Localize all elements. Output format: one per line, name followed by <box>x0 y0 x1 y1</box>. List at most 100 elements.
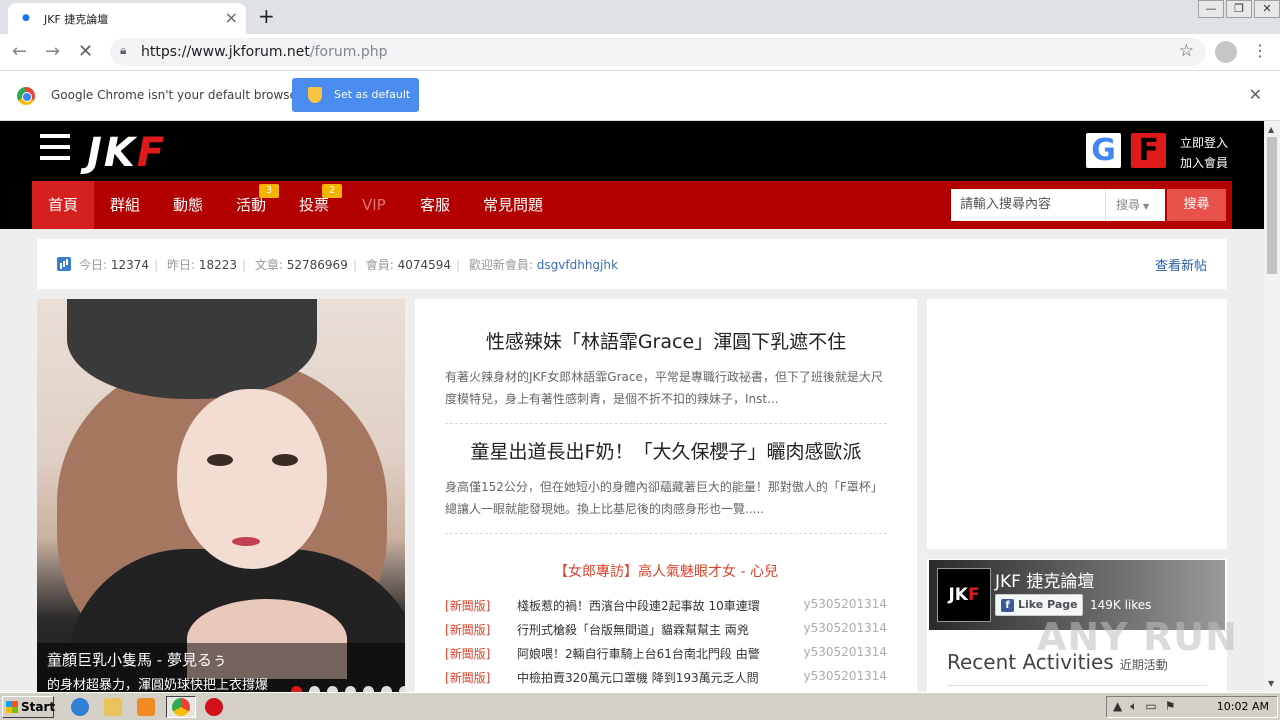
set-default-button[interactable]: Set as default <box>292 78 419 112</box>
article-card: 性感辣妹「林語霏Grace」渾圓下乳遮不住 有著火辣身材的JKF女郎林語霏Gra… <box>445 327 887 424</box>
url-text[interactable]: https://www.jkforum.net/forum.php <box>141 44 387 60</box>
page-scrollbar[interactable]: ▲ ▼ <box>1264 121 1280 692</box>
hero-title[interactable]: 童顏巨乳小隻馬 - 夢見るぅ <box>47 649 227 670</box>
infobar-message: Google Chrome isn't your default browser <box>51 88 302 102</box>
explorer-icon[interactable] <box>104 698 122 716</box>
address-bar[interactable]: 🔒︎ https://www.jkforum.net/forum.php ☆ <box>110 38 1206 66</box>
article-excerpt: 有著火辣身材的JKF女郎林語霏Grace，平常是專職行政祕書，但下了班後就是大尺… <box>445 370 883 406</box>
vote-badge: 2 <box>322 184 342 198</box>
feature-interview-link[interactable]: 【女郎專訪】高人氣魅眼才女 - 心兒 <box>415 561 917 581</box>
tab-title: JKF 捷克論壇 <box>44 13 109 26</box>
profile-avatar[interactable] <box>1215 41 1237 63</box>
hero-carousel[interactable]: 童顏巨乳小隻馬 - 夢見るぅ 的身材超暴力，渾圓奶球快把上衣撐爆 <box>37 299 405 692</box>
nav-faq[interactable]: 常見問題 <box>483 181 543 229</box>
ad-slot <box>927 299 1227 549</box>
list-item[interactable]: [新聞版] 棧板惹的禍！西濱台中段連2起事故 10車連環 y5305201314 <box>445 597 887 621</box>
jkf-app-icon[interactable]: F <box>1131 133 1166 168</box>
jkf-logo[interactable]: JKF <box>87 130 166 176</box>
forum-stats-bar: 今日: 12374 | 昨日: 18223 | 文章: 52786969 | 會員: … <box>37 239 1227 289</box>
search-input[interactable]: 請輸入搜尋內容 <box>951 189 1105 221</box>
news-category[interactable]: [新聞版] <box>445 645 490 662</box>
hero-caption: 童顏巨乳小隻馬 - 夢見るぅ 的身材超暴力，渾圓奶球快把上衣撐爆 <box>37 643 405 692</box>
list-item[interactable]: [新聞版] 中檢拍賣320萬元口罩機 降到193萬元乏人問 y530520131… <box>445 669 887 692</box>
chrome-icon <box>172 698 190 716</box>
restore-icon[interactable]: ❐ <box>1226 0 1252 18</box>
like-page-button[interactable]: f Like Page <box>995 594 1083 616</box>
news-title[interactable]: 行刑式槍殺「台版無間道」貓霖幫幫主 兩兇 <box>517 621 779 638</box>
article-title[interactable]: 童星出道長出F奶！「大久保櫻子」曬肉感歐派 <box>445 437 887 464</box>
chrome-menu-icon[interactable]: ⋮ <box>1252 41 1268 60</box>
news-category[interactable]: [新聞版] <box>445 621 490 638</box>
new-member-link[interactable]: dsgvfdhhgjhk <box>537 258 618 272</box>
list-item[interactable]: [新聞版] 阿娘喂！2輛自行車騎上台61台南北門段 由警 y5305201314 <box>445 645 887 669</box>
search-button[interactable]: 搜尋 <box>1167 189 1226 221</box>
uac-shield-icon <box>308 87 322 103</box>
scroll-up-icon[interactable]: ▲ <box>1268 125 1274 134</box>
bar-chart-icon <box>57 257 71 271</box>
search-type-select[interactable]: 搜尋 ▼ <box>1105 189 1165 221</box>
nav-groups[interactable]: 群組 <box>110 181 140 229</box>
opera-icon[interactable] <box>205 698 223 716</box>
news-author[interactable]: y5305201314 <box>804 621 887 635</box>
nav-home[interactable]: 首頁 <box>32 181 95 229</box>
news-title[interactable]: 阿娘喂！2輛自行車騎上台61台南北門段 由警 <box>517 645 779 662</box>
facebook-icon: f <box>1001 599 1014 612</box>
scroll-down-icon[interactable]: ▼ <box>1268 679 1274 688</box>
auth-links: 立即登入 加入會員 <box>1180 133 1228 173</box>
news-category[interactable]: [新聞版] <box>445 669 490 686</box>
scroll-thumb[interactable] <box>1267 137 1277 274</box>
google-login-icon[interactable]: G <box>1086 133 1121 168</box>
news-author[interactable]: y5305201314 <box>804 669 887 683</box>
lock-icon[interactable]: 🔒︎ <box>120 43 126 58</box>
anyrun-watermark: ANY RUN <box>1037 615 1238 659</box>
article-title[interactable]: 性感辣妹「林語霏Grace」渾圓下乳遮不住 <box>445 327 887 354</box>
news-author[interactable]: y5305201314 <box>804 645 887 659</box>
facebook-page-name[interactable]: JKF 捷克論壇 <box>995 567 1094 592</box>
minimize-icon[interactable]: — <box>1198 0 1224 18</box>
new-tab-icon[interactable]: + <box>258 4 275 28</box>
news-category[interactable]: [新聞版] <box>445 597 490 614</box>
back-icon[interactable]: ← <box>12 41 27 62</box>
ie-icon[interactable] <box>71 698 89 716</box>
chrome-logo-icon <box>17 87 35 105</box>
windows-logo-icon <box>6 701 18 713</box>
list-item[interactable]: [新聞版] 行刑式槍殺「台版無間道」貓霖幫幫主 兩兇 y5305201314 <box>445 621 887 645</box>
news-author[interactable]: y5305201314 <box>804 597 887 611</box>
page-viewport: JKF G F 立即登入 加入會員 首頁 群組 動態 活動 3 投票 2 VIP… <box>0 121 1264 692</box>
browser-tab[interactable]: ● JKF 捷克論壇 × <box>8 3 246 34</box>
jkf-page-logo[interactable]: JKF <box>937 568 991 622</box>
chrome-taskbar-button[interactable] <box>166 696 196 718</box>
tab-close-icon[interactable]: × <box>225 8 238 27</box>
register-link[interactable]: 加入會員 <box>1180 153 1228 173</box>
start-button[interactable]: Start <box>2 696 55 718</box>
like-count: 149K likes <box>1090 598 1152 612</box>
nav-support[interactable]: 客服 <box>420 181 450 229</box>
view-new-posts-link[interactable]: 查看新帖 <box>1155 255 1207 274</box>
news-title[interactable]: 中檢拍賣320萬元口罩機 降到193萬元乏人問 <box>517 669 779 686</box>
nav-feed[interactable]: 動態 <box>173 181 203 229</box>
close-window-icon[interactable]: ✕ <box>1254 0 1280 18</box>
article-excerpt: 身高僅152公分，但在她短小的身體內卻蘊藏著巨大的能量！那對傲人的「F罩杯」總讓… <box>445 480 883 516</box>
divider <box>947 685 1207 686</box>
news-title[interactable]: 棧板惹的禍！西濱台中段連2起事故 10車連環 <box>517 597 779 614</box>
bookmark-star-icon[interactable]: ☆ <box>1179 41 1194 61</box>
hero-subtitle: 的身材超暴力，渾圓奶球快把上衣撐爆 <box>47 678 269 692</box>
taskbar: Start ▲🔈︎▭⚑ 10:02 AM <box>0 692 1280 720</box>
hamburger-menu-icon[interactable] <box>40 134 70 160</box>
nav-vip[interactable]: VIP <box>362 181 386 229</box>
media-player-icon[interactable] <box>137 698 155 716</box>
window-controls: — ❐ ✕ <box>1196 0 1280 20</box>
forward-icon[interactable]: → <box>45 41 60 62</box>
tab-strip: ● JKF 捷克論壇 × + — ❐ ✕ <box>0 0 1280 34</box>
featured-articles: 性感辣妹「林語霏Grace」渾圓下乳遮不住 有著火辣身材的JKF女郎林語霏Gra… <box>415 299 917 692</box>
tray-icons[interactable]: ▲🔈︎▭⚑ <box>1113 699 1184 714</box>
events-badge: 3 <box>259 184 279 198</box>
forum-stats: 今日: 12374 | 昨日: 18223 | 文章: 52786969 | 會員: … <box>79 258 618 272</box>
dropdown-caret-icon: ▼ <box>1143 202 1150 211</box>
article-card: 童星出道長出F奶！「大久保櫻子」曬肉感歐派 身高僅152公分，但在她短小的身體內… <box>445 437 887 534</box>
infobar-close-icon[interactable]: ✕ <box>1249 85 1262 104</box>
stop-loading-icon[interactable]: ✕ <box>78 41 93 62</box>
login-link[interactable]: 立即登入 <box>1180 133 1228 153</box>
clock[interactable]: 10:02 AM <box>1217 700 1269 713</box>
browser-toolbar: ← → ✕ 🔒︎ https://www.jkforum.net/forum.p… <box>0 34 1280 71</box>
